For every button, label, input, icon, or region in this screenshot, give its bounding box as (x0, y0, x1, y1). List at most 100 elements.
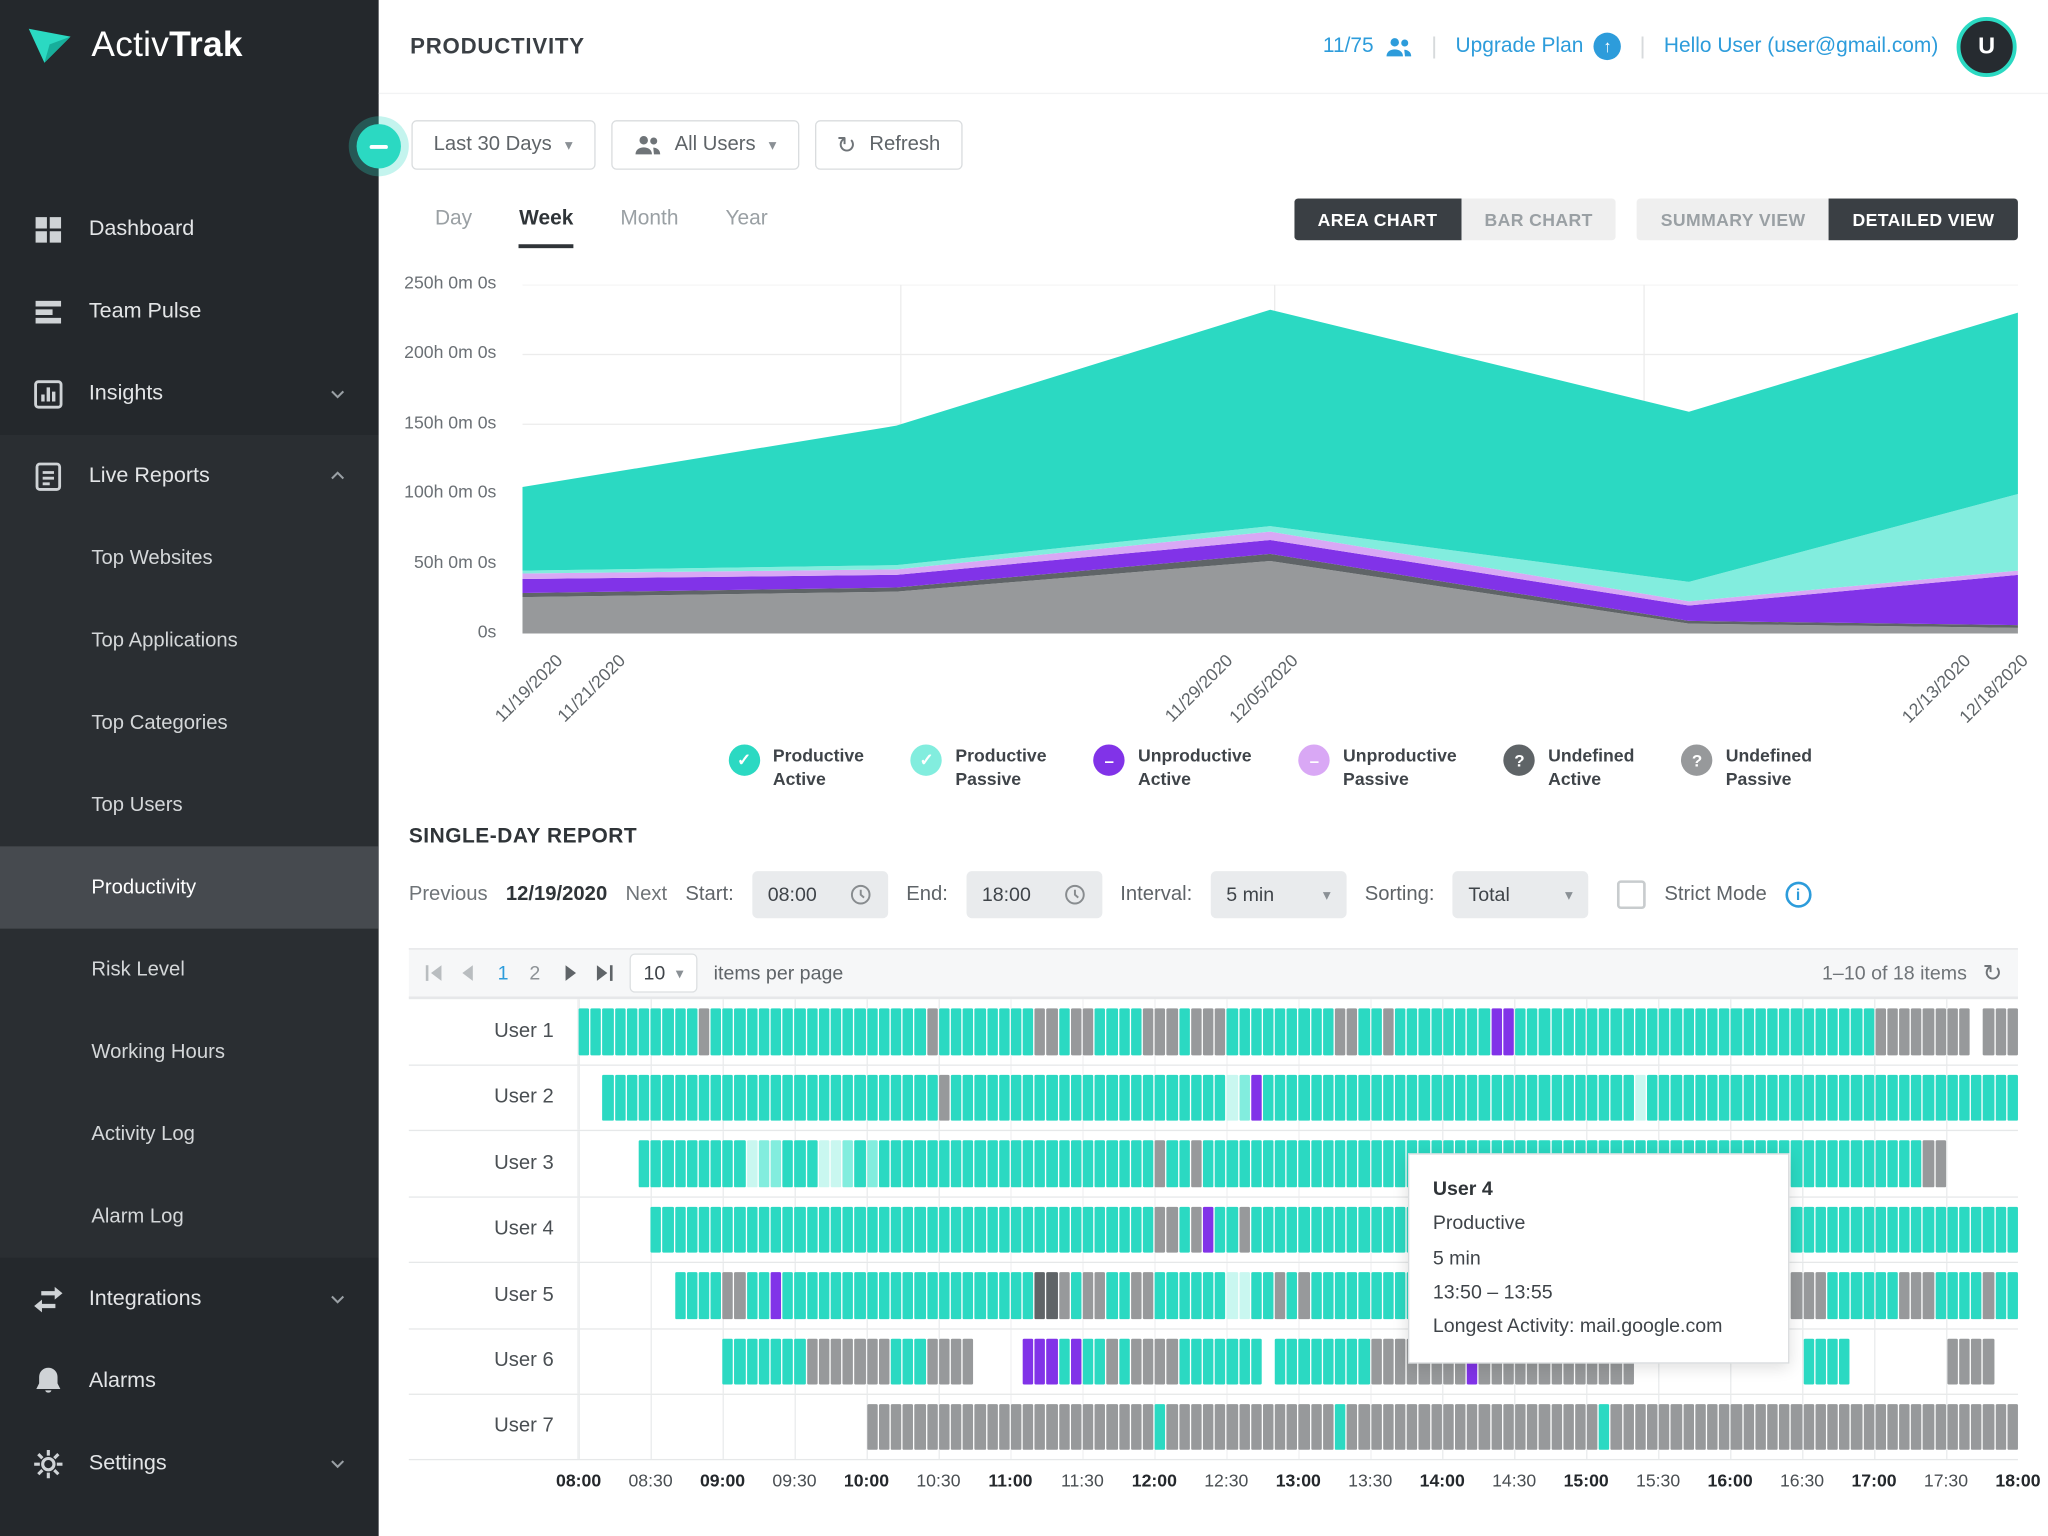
timeline-segment[interactable] (1275, 1140, 1286, 1186)
timeline-segment[interactable] (867, 1074, 878, 1120)
timeline-segment[interactable] (1875, 1272, 1886, 1318)
timeline-segment[interactable] (1023, 1008, 1034, 1054)
timeline-segment[interactable] (1155, 1008, 1166, 1054)
timeline-segment[interactable] (1743, 1404, 1754, 1449)
timeline-segment[interactable] (639, 1140, 650, 1186)
timeline-segment[interactable] (915, 1074, 926, 1120)
timeline-segment[interactable] (1995, 1074, 2006, 1120)
timeline-segment[interactable] (627, 1008, 638, 1054)
timeline-segment[interactable] (1263, 1206, 1274, 1252)
timeline-segment[interactable] (1311, 1404, 1322, 1449)
timeline-segment[interactable] (831, 1074, 842, 1120)
timeline-segment[interactable] (795, 1140, 806, 1186)
timeline-segment[interactable] (759, 1008, 770, 1054)
timeline-segment[interactable] (1395, 1272, 1406, 1318)
timeline-segment[interactable] (699, 1074, 710, 1120)
timeline-segment[interactable] (1539, 1404, 1550, 1449)
timeline-segment[interactable] (999, 1404, 1010, 1449)
timeline-segment[interactable] (891, 1008, 902, 1054)
timeline-segment[interactable] (987, 1404, 998, 1449)
timeline-segment[interactable] (927, 1338, 938, 1384)
timeline-segment[interactable] (1359, 1140, 1370, 1186)
timeline-segment[interactable] (1671, 1074, 1682, 1120)
timeline-segment[interactable] (1947, 1404, 1958, 1449)
timeline-segment[interactable] (1851, 1008, 1862, 1054)
timeline-segment[interactable] (1899, 1272, 1910, 1318)
timeline-segment[interactable] (1191, 1206, 1202, 1252)
timeline-segment[interactable] (1539, 1008, 1550, 1054)
timeline-segment[interactable] (939, 1404, 950, 1449)
end-time-input[interactable]: 18:00 (966, 871, 1102, 918)
timeline-segment[interactable] (639, 1008, 650, 1054)
timeline-segment[interactable] (1827, 1272, 1838, 1318)
timeline-segment[interactable] (1395, 1074, 1406, 1120)
timeline-segment[interactable] (819, 1272, 830, 1318)
timeline-segment[interactable] (1563, 1074, 1574, 1120)
timeline-segment[interactable] (1959, 1206, 1970, 1252)
timeline-segment[interactable] (1527, 1008, 1538, 1054)
timeline-segment[interactable] (1275, 1272, 1286, 1318)
timeline-segment[interactable] (603, 1074, 614, 1120)
timeline-segment[interactable] (687, 1272, 698, 1318)
timeline-segment[interactable] (747, 1074, 758, 1120)
timeline-segment[interactable] (1155, 1206, 1166, 1252)
timeline-segment[interactable] (1203, 1272, 1214, 1318)
timeline-segment[interactable] (1023, 1206, 1034, 1252)
timeline-segment[interactable] (1287, 1338, 1298, 1384)
timeline-segment[interactable] (1023, 1140, 1034, 1186)
timeline-segment[interactable] (1347, 1140, 1358, 1186)
timeline-segment[interactable] (1347, 1008, 1358, 1054)
timeline-segment[interactable] (759, 1140, 770, 1186)
timeline-segment[interactable] (1323, 1338, 1334, 1384)
timeline-segment[interactable] (1587, 1008, 1598, 1054)
timeline-segment[interactable] (939, 1272, 950, 1318)
timeline-segment[interactable] (735, 1074, 746, 1120)
timeline-segment[interactable] (1119, 1008, 1130, 1054)
timeline-segment[interactable] (915, 1140, 926, 1186)
legend-item-unproductive-passive[interactable]: –UnproductivePassive (1299, 744, 1457, 790)
timeline-segment[interactable] (1287, 1404, 1298, 1449)
timeline-segment[interactable] (1959, 1008, 1970, 1054)
timeline-segment[interactable] (1227, 1140, 1238, 1186)
timeline-segment[interactable] (903, 1404, 914, 1449)
timeline-segment[interactable] (1911, 1404, 1922, 1449)
timeline-segment[interactable] (687, 1074, 698, 1120)
timeline-segment[interactable] (1479, 1074, 1490, 1120)
timeline-segment[interactable] (1839, 1206, 1850, 1252)
timeline-segment[interactable] (879, 1140, 890, 1186)
timeline-segment[interactable] (1851, 1404, 1862, 1449)
timeline-segment[interactable] (1179, 1404, 1190, 1449)
timeline-segment[interactable] (1899, 1404, 1910, 1449)
timeline-segment[interactable] (1299, 1206, 1310, 1252)
timeline-segment[interactable] (843, 1008, 854, 1054)
timeline-segment[interactable] (975, 1008, 986, 1054)
timeline-segment[interactable] (1935, 1008, 1946, 1054)
timeline-segment[interactable] (1035, 1140, 1046, 1186)
timeline-segment[interactable] (675, 1140, 686, 1186)
timeline-segment[interactable] (1839, 1338, 1850, 1384)
timeline-segment[interactable] (975, 1140, 986, 1186)
timeline-segment[interactable] (1191, 1074, 1202, 1120)
timeline-segment[interactable] (1923, 1074, 1934, 1120)
timeline-segment[interactable] (1023, 1338, 1034, 1384)
timeline-segment[interactable] (1335, 1140, 1346, 1186)
timeline-segment[interactable] (711, 1272, 722, 1318)
timeline-segment[interactable] (795, 1074, 806, 1120)
timeline-segment[interactable] (1887, 1272, 1898, 1318)
timeline-segment[interactable] (603, 1008, 614, 1054)
timeline-segment[interactable] (843, 1338, 854, 1384)
timeline-segment[interactable] (1383, 1008, 1394, 1054)
timeline-segment[interactable] (1107, 1272, 1118, 1318)
timeline-segment[interactable] (807, 1008, 818, 1054)
timeline-segment[interactable] (1203, 1008, 1214, 1054)
timeline-segment[interactable] (879, 1206, 890, 1252)
timeline-segment[interactable] (1551, 1008, 1562, 1054)
timeline-segment[interactable] (771, 1206, 782, 1252)
timeline-segment[interactable] (1791, 1008, 1802, 1054)
sidebar-item-top-applications[interactable]: Top Applications (0, 600, 379, 682)
timeline-segment[interactable] (1215, 1206, 1226, 1252)
timeline-segment[interactable] (1395, 1140, 1406, 1186)
timeline-segment[interactable] (1407, 1404, 1418, 1449)
timeline-segment[interactable] (843, 1272, 854, 1318)
timeline-segment[interactable] (1647, 1074, 1658, 1120)
